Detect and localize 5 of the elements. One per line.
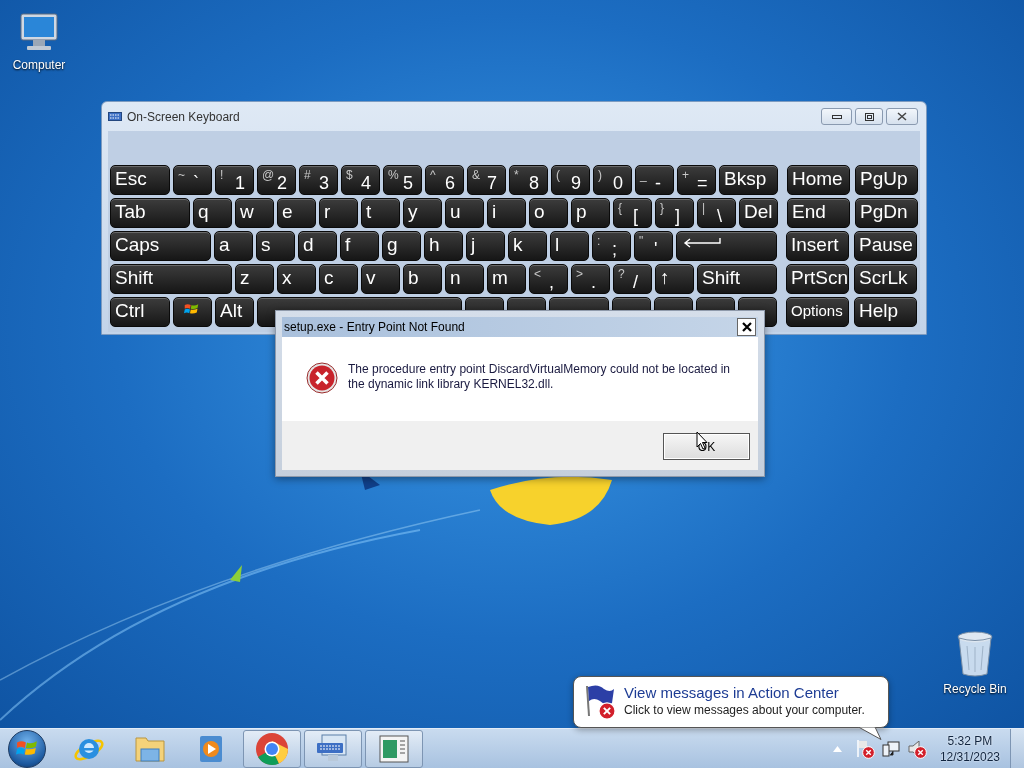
- error-message: The procedure entry point DiscardVirtualMemory could not be located in the dynamic link library KERNEL32.dll.: [348, 362, 731, 392]
- balloon-title: View messages in Action Center: [624, 683, 840, 703]
- dialog-title: setup.exe - Entry Point Not Found: [284, 319, 465, 336]
- balloon-message: Click to view messages about your computer.: [624, 703, 865, 718]
- window-title: On-Screen Keyboard: [127, 108, 240, 126]
